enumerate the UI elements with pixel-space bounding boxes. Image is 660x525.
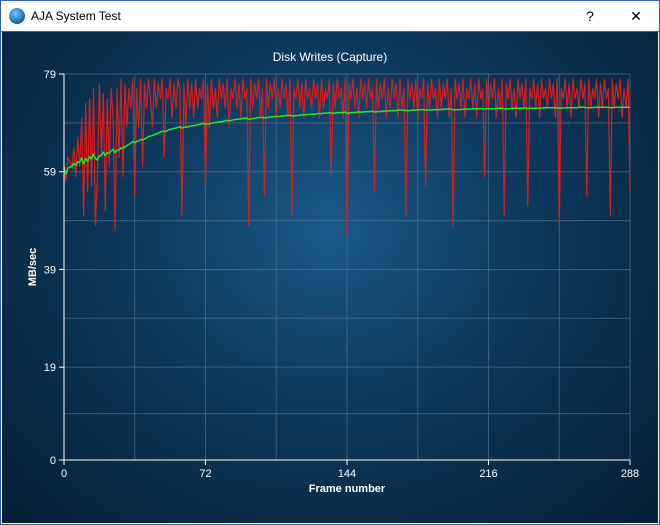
- svg-text:MB/sec: MB/sec: [27, 248, 39, 287]
- svg-text:288: 288: [621, 468, 639, 480]
- svg-text:79: 79: [44, 69, 56, 81]
- window-title: AJA System Test: [31, 9, 121, 23]
- chart-title: Disk Writes (Capture): [22, 50, 638, 64]
- close-icon: ✕: [630, 8, 642, 25]
- svg-text:0: 0: [61, 468, 67, 480]
- app-window: AJA System Test ? ✕ Disk Writes (Capture…: [0, 0, 660, 525]
- svg-text:144: 144: [338, 468, 356, 480]
- svg-text:0: 0: [50, 455, 56, 467]
- chart-panel: Disk Writes (Capture) 0 72 144 216 288 0 19 39 5…: [2, 32, 658, 523]
- app-icon: [9, 8, 25, 24]
- svg-text:Frame number: Frame number: [309, 483, 386, 495]
- svg-text:39: 39: [44, 264, 56, 276]
- close-button[interactable]: ✕: [613, 1, 659, 31]
- chart: 0 72 144 216 288 0 19 39 59 79 Frame number MB/sec: [22, 68, 638, 498]
- svg-text:59: 59: [44, 167, 56, 179]
- titlebar: AJA System Test ? ✕: [1, 1, 659, 32]
- svg-text:19: 19: [44, 362, 56, 374]
- svg-text:72: 72: [199, 468, 211, 480]
- svg-text:216: 216: [479, 468, 497, 480]
- help-button[interactable]: ?: [567, 1, 613, 31]
- chart-svg: 0 72 144 216 288 0 19 39 59 79 Frame number MB/sec: [22, 68, 640, 498]
- help-icon: ?: [586, 8, 594, 24]
